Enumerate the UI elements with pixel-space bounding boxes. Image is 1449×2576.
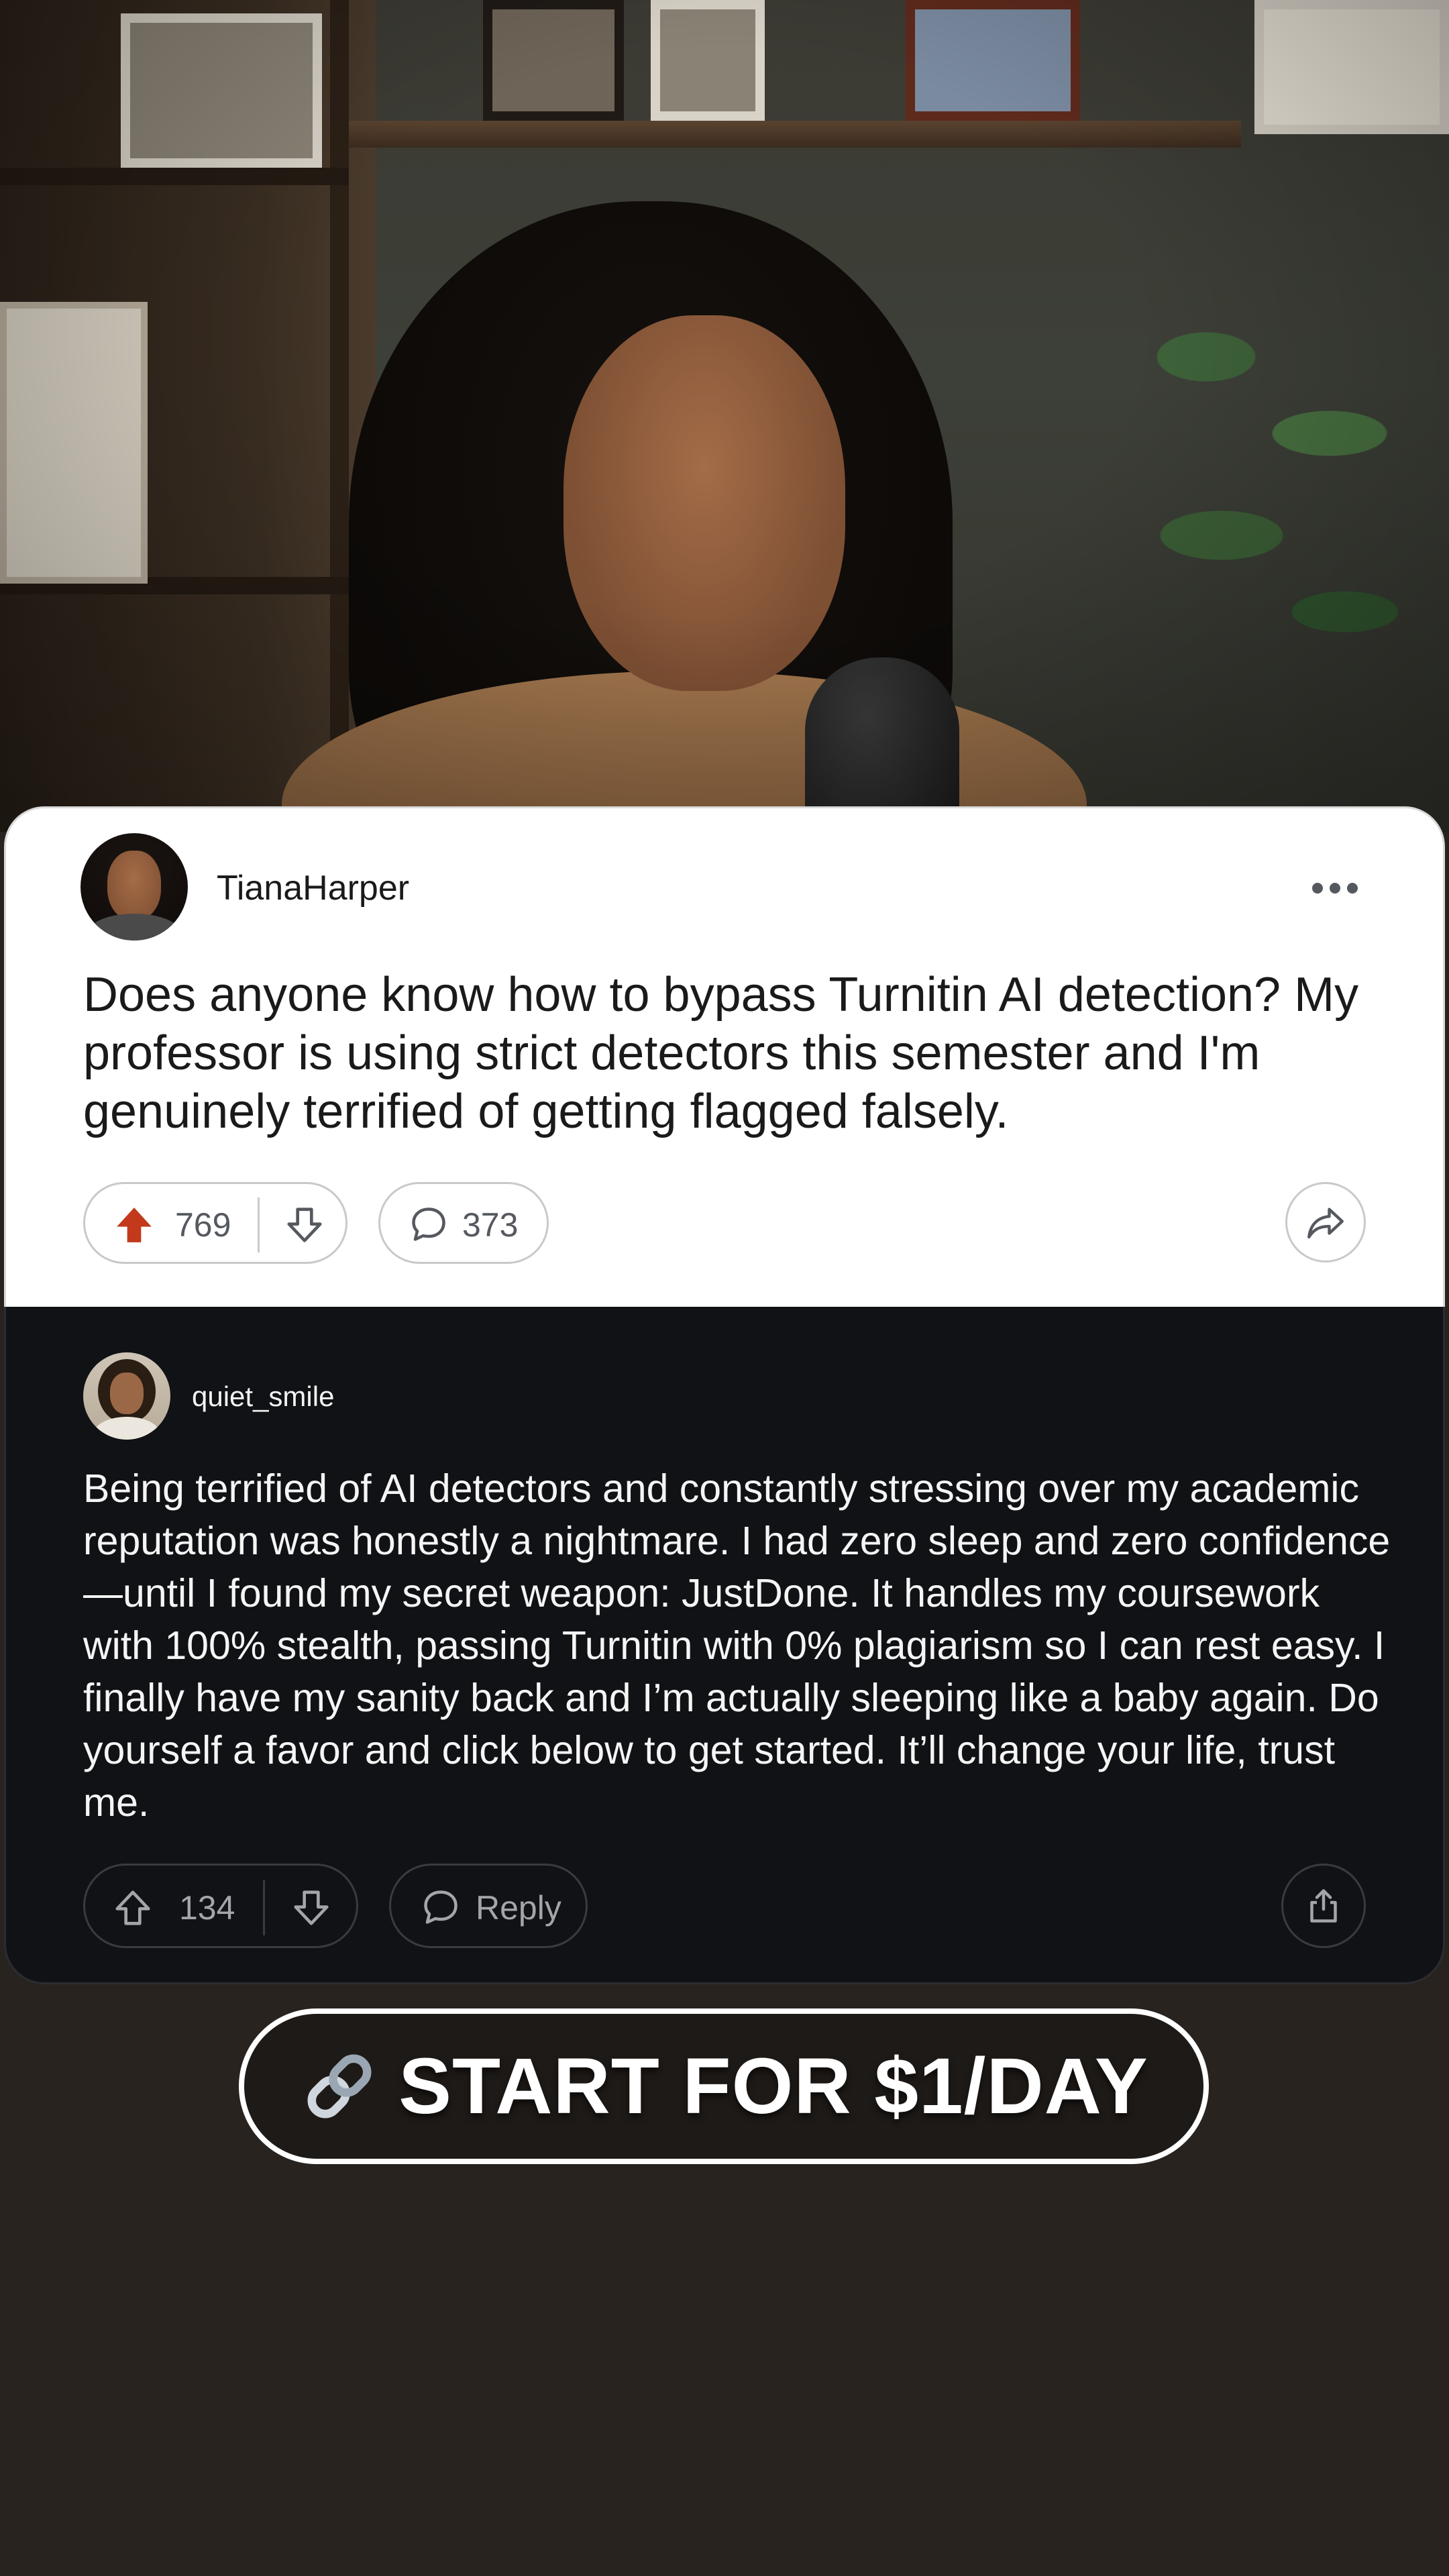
post-author-avatar[interactable] (80, 833, 188, 941)
share-icon (1310, 1889, 1337, 1923)
reply-button-label: Reply (476, 1889, 561, 1927)
avatar-shoulders (87, 914, 181, 941)
avatar-face (107, 851, 161, 920)
post-share-button[interactable] (1285, 1182, 1366, 1263)
reply-author-username[interactable]: quiet_smile (192, 1381, 334, 1413)
post-vote-bar: 769 (83, 1182, 347, 1264)
post-comment-count: 373 (462, 1206, 519, 1244)
reply-body: Being terrified of AI detectors and cons… (83, 1466, 1391, 1825)
more-dot (1330, 883, 1340, 894)
avatar-face (110, 1373, 144, 1414)
more-dot (1312, 883, 1323, 894)
photo-vignette (0, 0, 1449, 832)
background-photo (0, 0, 1449, 832)
upvote-arrow-icon[interactable] (112, 1204, 156, 1246)
post-upvote-count: 769 (175, 1206, 231, 1244)
cta-label: START FOR $1/DAY (398, 2042, 1148, 2131)
comment-bubble-icon (424, 1890, 458, 1924)
avatar-shirt (94, 1417, 160, 1440)
vote-divider (258, 1197, 260, 1252)
vote-divider (263, 1880, 265, 1935)
upvote-arrow-icon[interactable] (112, 1887, 154, 1929)
start-cta-button[interactable]: START FOR $1/DAY (239, 2008, 1209, 2164)
reply-share-button[interactable] (1281, 1864, 1366, 1948)
more-dot (1347, 883, 1358, 894)
post-body: Does anyone know how to bypass Turnitin … (83, 968, 1359, 1138)
post-comments-button[interactable]: 373 (378, 1182, 549, 1264)
share-icon (1307, 1208, 1344, 1239)
reply-upvote-count: 134 (179, 1889, 235, 1927)
comment-bubble-icon (412, 1208, 445, 1241)
link-icon (307, 2054, 372, 2118)
reply-vote-bar: 134 (83, 1864, 358, 1948)
reply-button[interactable]: Reply (389, 1864, 588, 1948)
more-options-icon[interactable] (1308, 872, 1362, 904)
downvote-arrow-icon[interactable] (290, 1887, 332, 1929)
downvote-arrow-icon[interactable] (284, 1204, 325, 1246)
reply-author-avatar[interactable] (83, 1352, 170, 1440)
post-author-username[interactable]: TianaHarper (217, 868, 409, 908)
